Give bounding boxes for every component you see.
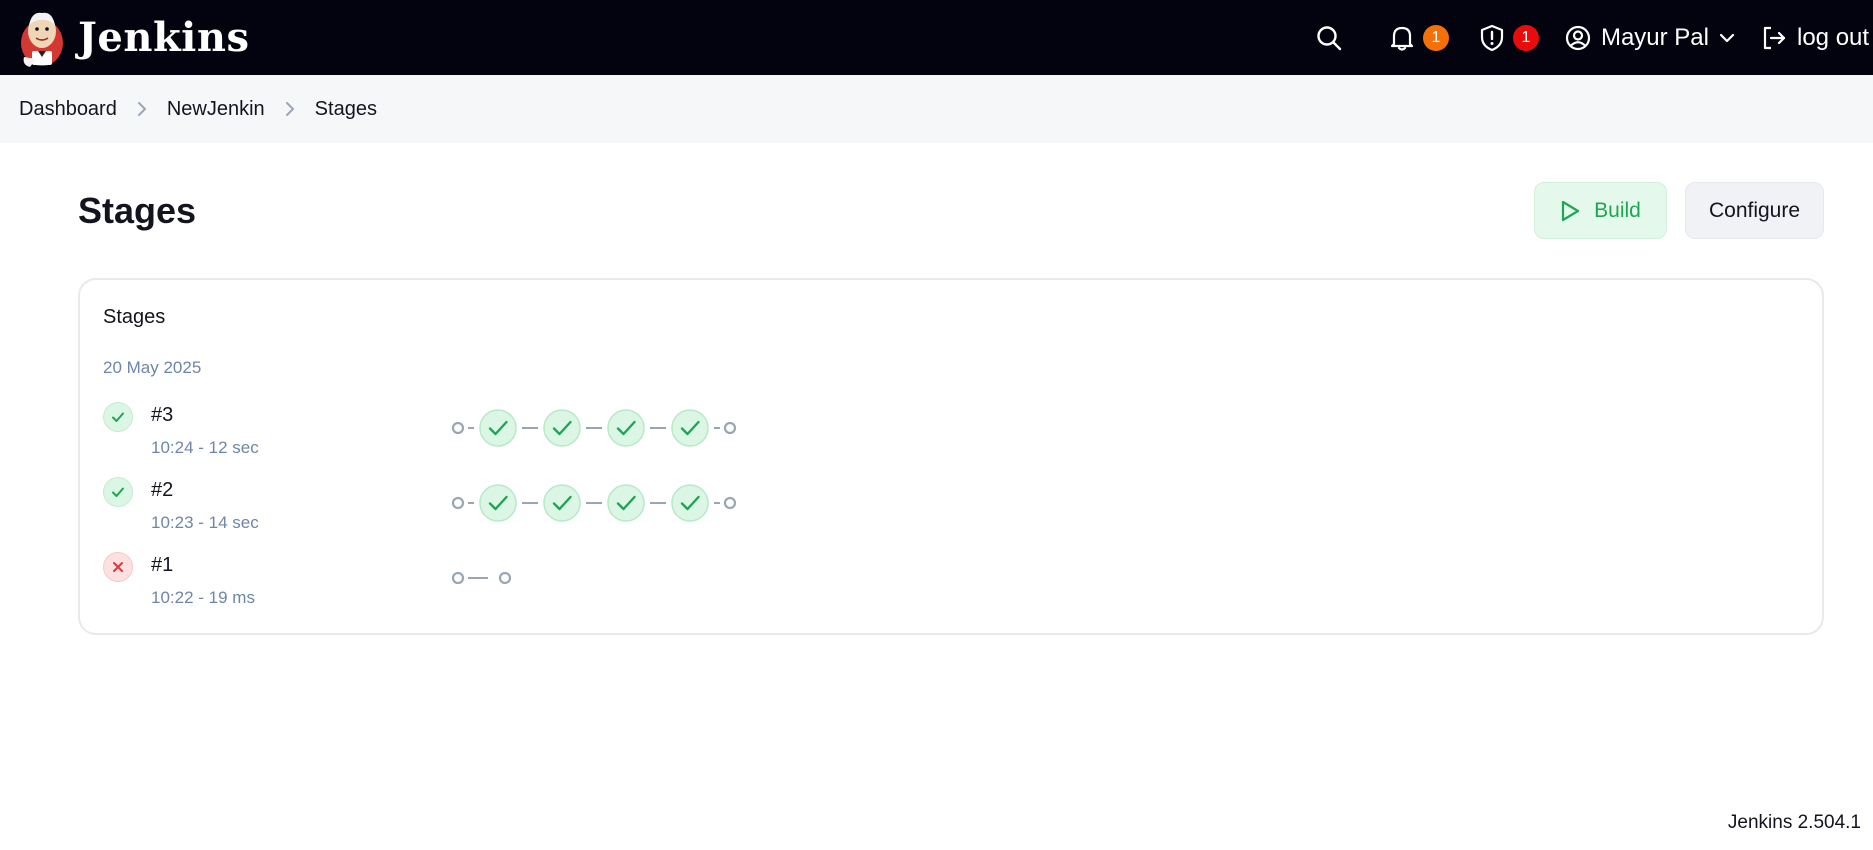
page-title: Stages	[78, 190, 197, 231]
build-run-time: 10:22 - 19 ms	[151, 588, 255, 607]
stage-node-success[interactable]	[671, 484, 709, 522]
stage-pipeline	[451, 408, 851, 448]
build-run-row: #3 10:24 - 12 sec	[103, 400, 1783, 462]
search-icon	[1317, 25, 1342, 50]
notifications-count-badge: 1	[1422, 24, 1449, 51]
logout-button[interactable]: log out	[1755, 13, 1873, 63]
chevron-right-icon	[137, 101, 147, 117]
play-icon	[1562, 200, 1580, 221]
notifications-button[interactable]: 1	[1383, 13, 1455, 63]
build-run-time: 10:23 - 14 sec	[151, 513, 259, 532]
chevron-down-icon	[1719, 33, 1735, 42]
stage-start-node	[451, 496, 465, 510]
stage-node-success[interactable]	[607, 484, 645, 522]
success-status-icon	[103, 402, 133, 432]
brand-name: Jenkins	[78, 14, 250, 61]
security-alerts-button[interactable]: 1	[1473, 13, 1545, 63]
chevron-right-icon	[285, 101, 295, 117]
stage-end-node	[498, 571, 512, 585]
user-name: Mayur Pal	[1600, 23, 1709, 51]
build-run-time: 10:24 - 12 sec	[151, 438, 259, 457]
build-date-heading: 20 May 2025	[103, 358, 202, 377]
build-button-label: Build	[1594, 198, 1641, 222]
stage-end-node	[723, 496, 737, 510]
jenkins-version[interactable]: Jenkins 2.504.1	[1728, 812, 1861, 834]
build-run-row: #2 10:23 - 14 sec	[103, 475, 1783, 537]
search-button[interactable]	[1303, 13, 1355, 63]
stage-node-success[interactable]	[479, 409, 517, 447]
logout-icon	[1763, 26, 1786, 49]
build-run-row: #1 10:22 - 19 ms	[103, 550, 1783, 612]
stage-node-success[interactable]	[543, 484, 581, 522]
top-navigation-bar: Jenkins 1 1 Mayur Pal log out	[0, 0, 1873, 75]
bell-icon	[1390, 26, 1414, 51]
jenkins-home-link[interactable]: Jenkins	[18, 7, 249, 69]
stage-end-node	[723, 421, 737, 435]
user-menu-button[interactable]: Mayur Pal	[1559, 13, 1741, 63]
success-status-icon	[103, 477, 133, 507]
stage-node-success[interactable]	[543, 409, 581, 447]
user-circle-icon	[1565, 25, 1591, 50]
breadcrumb-item-newjenkin[interactable]: NewJenkin	[167, 98, 265, 121]
build-run-link[interactable]: #2	[151, 479, 173, 502]
stage-pipeline	[451, 483, 851, 523]
stage-pipeline	[451, 558, 851, 598]
breadcrumb-item-dashboard[interactable]: Dashboard	[19, 98, 117, 121]
stage-start-node	[451, 421, 465, 435]
build-button[interactable]: Build	[1534, 182, 1667, 239]
build-run-link[interactable]: #3	[151, 404, 173, 427]
breadcrumb: Dashboard NewJenkin Stages	[0, 75, 1873, 143]
stages-card: Stages 20 May 2025 #3 10:24 - 12 sec #2 …	[78, 278, 1824, 635]
stages-card-title: Stages	[103, 306, 166, 328]
breadcrumb-item-stages[interactable]: Stages	[315, 98, 377, 121]
shield-alert-icon	[1480, 24, 1504, 51]
stage-node-success[interactable]	[479, 484, 517, 522]
logout-label: log out	[1797, 23, 1870, 51]
build-run-link[interactable]: #1	[151, 554, 173, 577]
configure-button[interactable]: Configure	[1685, 182, 1824, 239]
failure-status-icon	[103, 552, 133, 582]
jenkins-logo-icon	[21, 12, 63, 67]
stage-start-node	[451, 571, 465, 585]
stage-node-success[interactable]	[671, 409, 709, 447]
security-count-badge: 1	[1512, 24, 1539, 51]
stage-node-success[interactable]	[607, 409, 645, 447]
